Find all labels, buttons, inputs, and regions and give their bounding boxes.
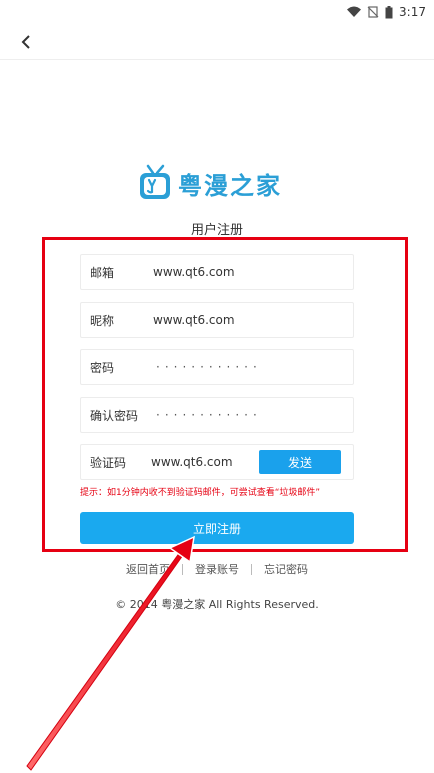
nickname-label: 昵称 <box>90 313 115 328</box>
page-title: 用户注册 <box>190 223 243 238</box>
top-navbar <box>0 24 434 60</box>
password-label: 密码 <box>90 360 115 375</box>
nickname-value: www.qt6.com <box>153 313 235 327</box>
captcha-label: 验证码 <box>90 455 127 470</box>
password-mask: ············ <box>156 360 262 374</box>
send-code-button[interactable]: 发送 <box>259 450 341 474</box>
password-field[interactable]: 密码 ············ <box>80 349 354 385</box>
captcha-hint: 提示：如1分钟内收不到验证码邮件，可尝试查看“垃圾邮件” <box>80 488 321 498</box>
confirm-password-field[interactable]: 确认密码 ············ <box>80 397 354 433</box>
back-button[interactable] <box>12 28 40 56</box>
nickname-field[interactable]: 昵称 www.qt6.com <box>80 302 354 338</box>
status-time: 3:17 <box>399 5 426 19</box>
link-home[interactable]: 返回首页 <box>114 561 182 577</box>
chevron-left-icon <box>21 35 30 49</box>
footer-links: 返回首页 登录账号 忘记密码 <box>0 560 434 578</box>
captcha-value: www.qt6.com <box>151 455 233 469</box>
email-label: 邮箱 <box>90 265 115 280</box>
copyright-text: © 2014 粤漫之家 All Rights Reserved. <box>115 598 319 611</box>
email-value: www.qt6.com <box>153 265 235 279</box>
site-logo: 粤漫之家 <box>138 162 288 204</box>
status-bar: 3:17 <box>0 0 434 24</box>
confirm-password-label: 确认密码 <box>90 408 139 423</box>
logo-text: 粤漫之家 <box>178 171 282 200</box>
confirm-password-mask: ············ <box>156 408 262 422</box>
wifi-icon <box>347 6 362 17</box>
status-icons: 3:17 <box>347 2 426 22</box>
battery-icon <box>385 5 393 18</box>
email-field[interactable]: 邮箱 www.qt6.com <box>80 254 354 290</box>
link-forgot-password[interactable]: 忘记密码 <box>252 561 320 577</box>
no-signal-icon <box>367 6 379 18</box>
link-login[interactable]: 登录账号 <box>183 561 251 577</box>
register-button[interactable]: 立即注册 <box>80 512 354 544</box>
captcha-field[interactable]: 验证码 www.qt6.com 发送 <box>80 444 354 480</box>
tv-logo-icon <box>140 164 170 199</box>
